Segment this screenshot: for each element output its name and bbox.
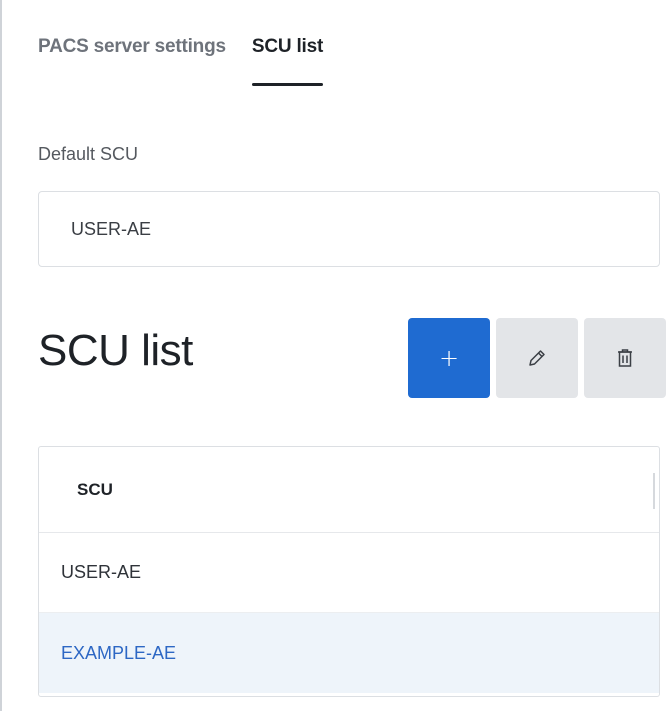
edit-scu-button[interactable] <box>496 318 578 398</box>
table-row-selected[interactable]: EXAMPLE-AE <box>39 613 659 693</box>
delete-scu-button[interactable] <box>584 318 666 398</box>
tab-scu-list[interactable]: SCU list <box>251 34 324 86</box>
plus-icon: + <box>438 344 460 372</box>
default-scu-label: Default SCU <box>38 144 139 164</box>
table-cell-scu: USER-AE <box>61 562 142 582</box>
tab-pacs-server-settings[interactable]: PACS server settings <box>38 34 226 86</box>
default-scu-value: USER-AE <box>71 218 152 239</box>
tab-bar: PACS server settings SCU list <box>38 34 324 86</box>
settings-panel: PACS server settings SCU list Default SC… <box>0 0 668 711</box>
scu-list-title: SCU list <box>38 326 193 375</box>
scu-table: SCU USER-AE EXAMPLE-AE <box>38 446 660 697</box>
table-header: SCU <box>39 447 659 533</box>
column-resize-handle[interactable] <box>653 473 655 509</box>
add-scu-button[interactable]: + <box>408 318 490 398</box>
default-scu-field[interactable]: USER-AE <box>38 191 660 267</box>
column-header-scu[interactable]: SCU <box>77 480 113 500</box>
trash-icon <box>618 349 632 367</box>
table-cell-scu: EXAMPLE-AE <box>61 642 177 663</box>
scu-toolbar: + <box>408 318 666 398</box>
pencil-icon <box>529 350 545 366</box>
table-row[interactable]: USER-AE <box>39 533 659 613</box>
